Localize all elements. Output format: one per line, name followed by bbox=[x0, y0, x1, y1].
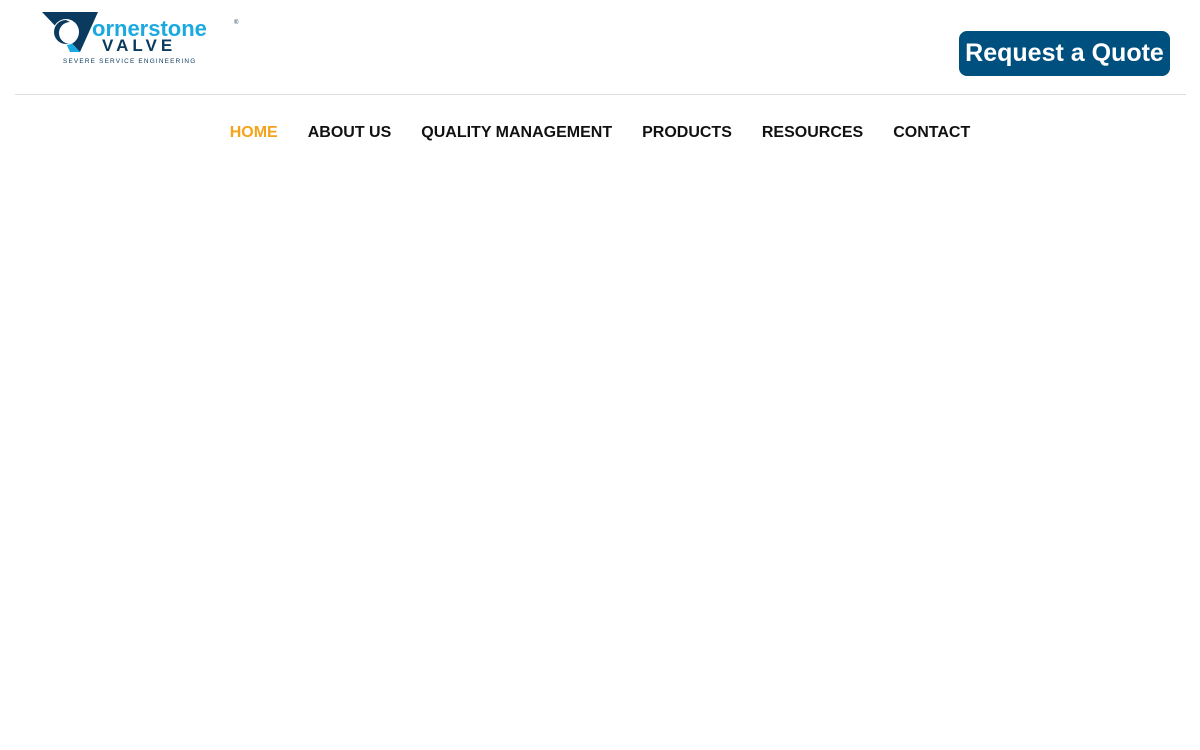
main-navigation: HOME ABOUT US QUALITY MANAGEMENT PRODUCT… bbox=[0, 120, 1200, 146]
nav-item-resources[interactable]: RESOURCES bbox=[762, 124, 863, 142]
cornerstone-valve-logo[interactable]: ornerstone ® VALVE SEVERE SERVICE ENGINE… bbox=[40, 10, 240, 68]
nav-item-products[interactable]: PRODUCTS bbox=[642, 124, 732, 142]
nav-item-home[interactable]: HOME bbox=[230, 124, 278, 142]
logo-tagline: SEVERE SERVICE ENGINEERING bbox=[63, 58, 196, 65]
nav-item-contact[interactable]: CONTACT bbox=[893, 124, 970, 142]
request-quote-button[interactable]: Request a Quote bbox=[959, 31, 1170, 76]
main-content-area bbox=[0, 160, 1200, 750]
site-header: ornerstone ® VALVE SEVERE SERVICE ENGINE… bbox=[0, 0, 1200, 94]
logo-wordmark-bottom: VALVE bbox=[102, 36, 176, 55]
logo-registered-mark: ® bbox=[234, 19, 239, 26]
page: ornerstone ® VALVE SEVERE SERVICE ENGINE… bbox=[0, 0, 1200, 750]
nav-item-quality-management[interactable]: QUALITY MANAGEMENT bbox=[421, 124, 612, 142]
header-divider bbox=[15, 94, 1186, 95]
nav-item-about-us[interactable]: ABOUT US bbox=[308, 124, 392, 142]
